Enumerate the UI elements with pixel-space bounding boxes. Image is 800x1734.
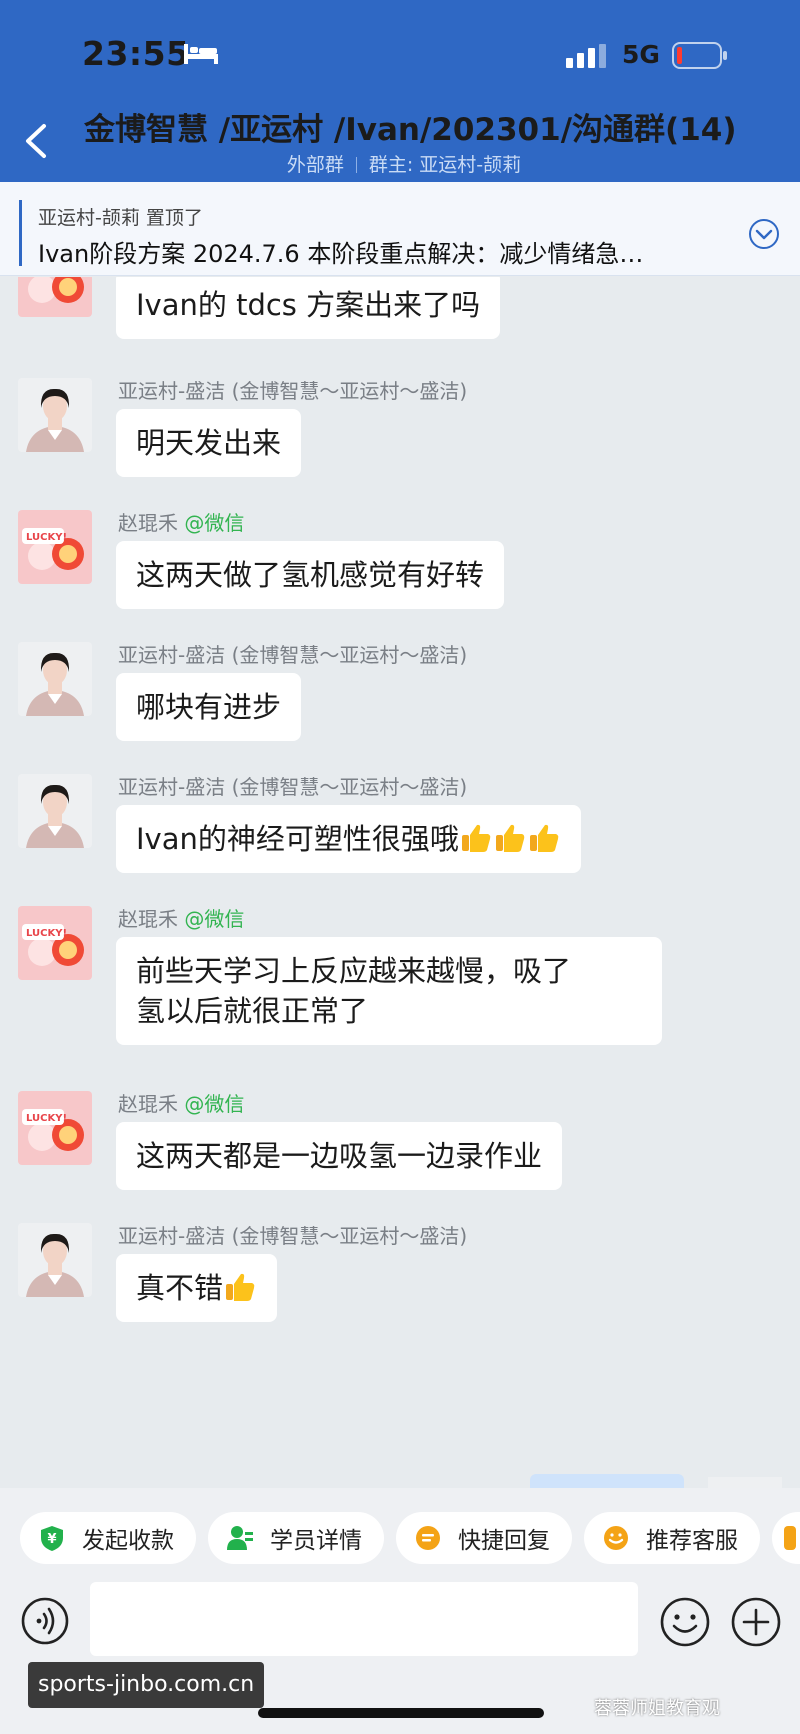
woman-avatar[interactable] — [18, 378, 92, 452]
message-bubble[interactable]: 这两天都是一边吸氢一边录作业 — [116, 1122, 563, 1190]
message-list[interactable]: Ivan的 tdcs 方案出来了吗 亚运村-盛洁 (金博智慧～亚运村～盛洁) 明… — [0, 277, 800, 1488]
message-bubble[interactable]: Ivan的 tdcs 方案出来了吗 — [116, 277, 501, 339]
message-text-line: 前些天学习上反应越来越慢，吸了 — [136, 954, 572, 988]
watermark-left: sports-jinbo.com.cn — [28, 1662, 265, 1708]
woman-avatar[interactable] — [18, 642, 92, 716]
back-arrow-icon[interactable] — [18, 118, 54, 164]
sender-name: 赵琨禾 @微信 — [118, 1092, 245, 1116]
woman-avatar[interactable] — [18, 1223, 92, 1297]
lucky-avatar[interactable]: LUCKY! — [18, 510, 92, 584]
sender-name: 赵琨禾 @微信 — [118, 511, 245, 535]
thumbs-up-emoji — [495, 824, 525, 852]
payment-button[interactable]: ¥ 发起收款 — [20, 1512, 196, 1564]
plus-icon[interactable] — [730, 1596, 782, 1648]
own-avatar-partial — [708, 1477, 782, 1488]
message-bubble[interactable]: 哪块有进步 — [116, 673, 302, 741]
recommend-service-label: 推荐客服 — [646, 1528, 738, 1554]
svg-text:¥: ¥ — [47, 1532, 56, 1547]
woman-avatar[interactable] — [18, 774, 92, 848]
wechat-tag: @微信 — [184, 1092, 245, 1116]
sender-name: 亚运村-盛洁 (金博智慧～亚运村～盛洁) — [118, 379, 468, 403]
voice-icon[interactable] — [20, 1596, 70, 1646]
message-bubble[interactable]: 明天发出来 — [116, 409, 302, 477]
wechat-tag: @微信 — [184, 511, 245, 535]
message-text-line: 氢以后就很正常了 — [136, 994, 369, 1028]
pinned-meta: 亚运村-颉莉 置顶了 — [38, 207, 203, 229]
chevron-down-icon[interactable] — [748, 218, 780, 250]
lucky-avatar[interactable] — [18, 277, 92, 317]
quick-reply-label: 快捷回复 — [458, 1528, 550, 1554]
thumbs-up-emoji — [529, 824, 559, 852]
payment-label: 发起收款 — [82, 1528, 174, 1554]
svg-text:LUCKY!: LUCKY! — [26, 532, 67, 543]
outgoing-bubble-partial — [530, 1474, 684, 1488]
student-icon — [227, 1526, 253, 1550]
student-details-label: 学员详情 — [270, 1528, 362, 1554]
payment-icon: ¥ — [41, 1526, 63, 1551]
student-details-button[interactable]: 学员详情 — [208, 1512, 384, 1564]
home-indicator[interactable] — [258, 1708, 544, 1718]
wechat-tag: @微信 — [184, 907, 245, 931]
message-bubble[interactable]: 真不错 — [116, 1254, 278, 1322]
svg-text:LUCKY!: LUCKY! — [26, 1113, 67, 1124]
emoji-icon[interactable] — [659, 1596, 711, 1648]
lucky-avatar[interactable]: LUCKY! — [18, 1091, 92, 1165]
recommend-service-button[interactable]: 推荐客服 — [584, 1512, 760, 1564]
chat-title: 金博智慧 /亚运村 /Ivan/202301/沟通群(14) — [84, 112, 737, 148]
sender-name: 亚运村-盛洁 (金博智慧～亚运村～盛洁) — [118, 643, 468, 667]
network-type: 5G — [622, 40, 660, 69]
quick-reply-icon — [416, 1526, 440, 1550]
subtitle-divider — [355, 157, 357, 173]
pinned-accent-bar — [19, 200, 22, 266]
group-owner-label: 群主: 亚运村-颉莉 — [368, 154, 522, 176]
lucky-avatar[interactable]: LUCKY! — [18, 906, 92, 980]
svg-text:LUCKY!: LUCKY! — [26, 928, 67, 939]
watermark-right: 蓉蓉师姐教育观 — [594, 1698, 720, 1719]
message-input[interactable] — [90, 1582, 638, 1656]
message-text: Ivan的神经可塑性很强哦 — [136, 822, 459, 856]
signal-icon — [566, 44, 606, 68]
message-bubble[interactable]: 这两天做了氢机感觉有好转 — [116, 541, 505, 609]
status-time: 23:55 — [82, 34, 190, 73]
message-text: 真不错 — [136, 1271, 224, 1305]
message-bubble[interactable]: 前些天学习上反应越来越慢，吸了 氢以后就很正常了 — [116, 937, 662, 1045]
bed-icon — [184, 44, 218, 64]
thumbs-up-emoji — [461, 824, 491, 852]
sender-name: 亚运村-盛洁 (金博智慧～亚运村～盛洁) — [118, 1224, 468, 1248]
message-bubble[interactable]: Ivan的神经可塑性很强哦 — [116, 805, 581, 873]
quick-reply-button[interactable]: 快捷回复 — [396, 1512, 572, 1564]
chat-subtitle: 外部群 群主: 亚运村-颉莉 — [84, 150, 724, 177]
sender-name: 赵琨禾 @微信 — [118, 907, 245, 931]
service-icon — [604, 1526, 628, 1550]
thumbs-up-emoji — [226, 1273, 255, 1301]
battery-icon — [672, 42, 727, 69]
sender-name: 亚运村-盛洁 (金博智慧～亚运村～盛洁) — [118, 775, 468, 799]
group-type-label: 外部群 — [286, 154, 344, 176]
pinned-text[interactable]: Ivan阶段方案 2024.7.6 本阶段重点解决：减少情绪急… — [38, 234, 738, 269]
